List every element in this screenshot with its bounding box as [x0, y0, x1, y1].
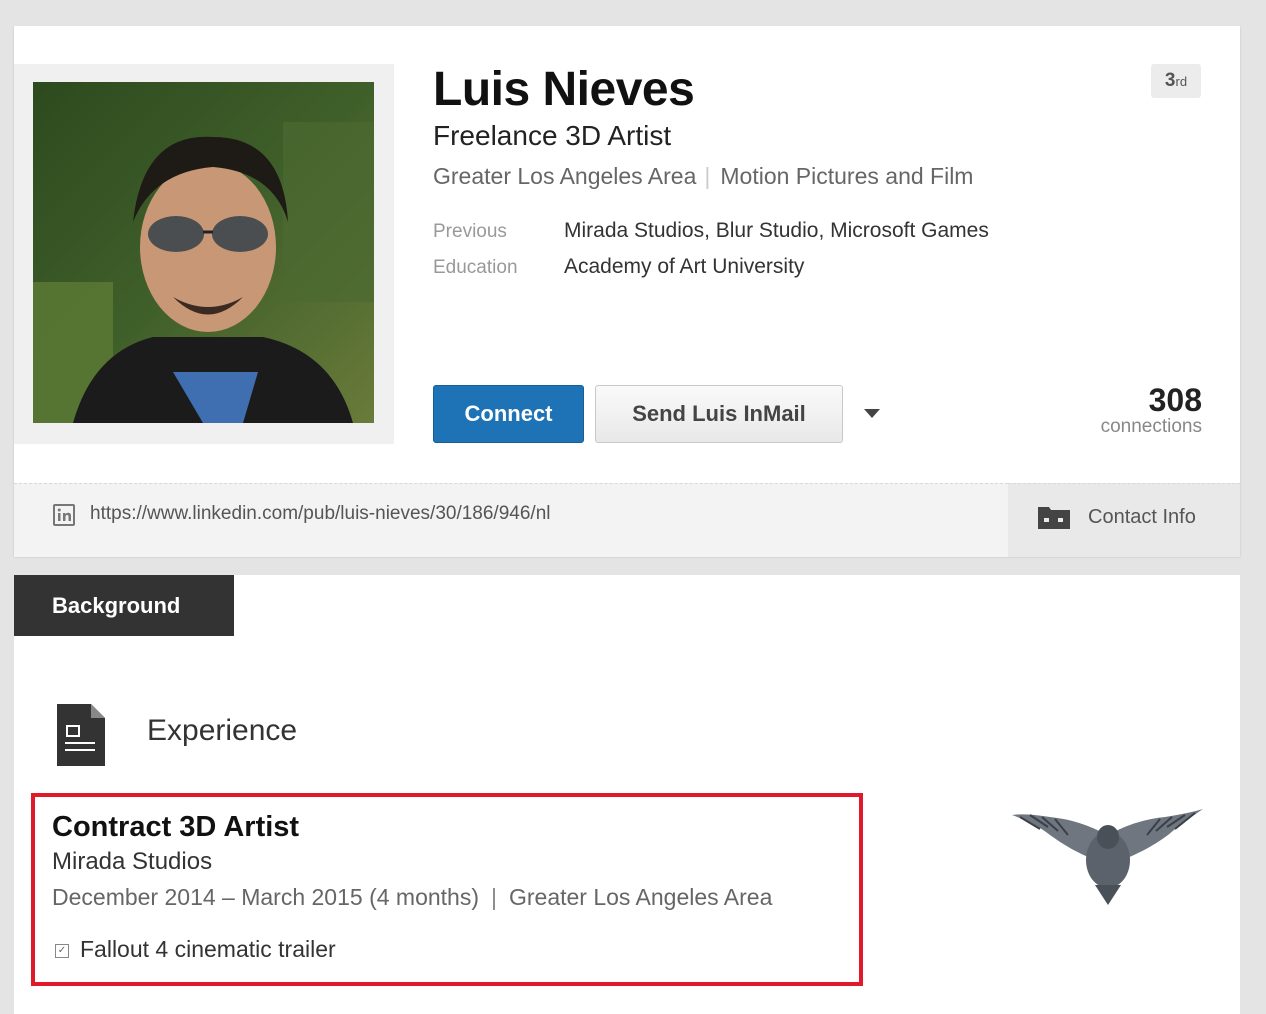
- experience-heading: Experience: [147, 714, 298, 747]
- job-meta-separator: |: [491, 884, 497, 910]
- send-inmail-button[interactable]: Send Luis InMail: [595, 385, 843, 443]
- previous-label: Previous: [433, 221, 507, 242]
- profile-name: Luis Nieves: [433, 63, 695, 116]
- public-profile-url[interactable]: https://www.linkedin.com/pub/luis-nieves…: [90, 503, 550, 525]
- profile-location[interactable]: Greater Los Angeles Area: [433, 163, 696, 189]
- checkbox-icon: ✓: [55, 944, 69, 958]
- profile-industry[interactable]: Motion Pictures and Film: [720, 163, 973, 189]
- job-company[interactable]: Mirada Studios: [52, 848, 212, 876]
- connections-count: 308: [1148, 382, 1202, 418]
- job-title[interactable]: Contract 3D Artist: [52, 811, 299, 844]
- profile-headline: Freelance 3D Artist: [433, 120, 672, 151]
- job-location: Greater Los Angeles Area: [508, 884, 773, 910]
- company-logo-eagle[interactable]: [1010, 805, 1205, 910]
- previous-value[interactable]: Mirada Studios, Blur Studio, Microsoft G…: [564, 219, 989, 243]
- profile-photo[interactable]: [33, 82, 374, 423]
- connect-button[interactable]: Connect: [433, 385, 584, 443]
- education-value[interactable]: Academy of Art University: [564, 255, 804, 279]
- separator: |: [704, 163, 711, 189]
- job-description: Fallout 4 cinematic trailer: [80, 936, 336, 962]
- background-tab[interactable]: Background: [14, 575, 234, 636]
- job-dates: December 2014 – March 2015 (4 months): [52, 884, 479, 910]
- connections-label: connections: [1100, 416, 1202, 437]
- document-icon: [57, 704, 105, 766]
- caret-down-icon[interactable]: [864, 409, 880, 418]
- job-meta: December 2014 – March 2015 (4 months) | Gr…: [52, 884, 772, 911]
- connection-degree-badge: 3rd: [1151, 64, 1201, 98]
- location-industry-line: Greater Los Angeles Area | Motion Pictures…: [433, 163, 973, 190]
- folder-icon: [1038, 505, 1070, 529]
- education-label: Education: [433, 257, 518, 278]
- linkedin-icon: [53, 504, 75, 526]
- contact-info-label[interactable]: Contact Info: [1088, 506, 1196, 529]
